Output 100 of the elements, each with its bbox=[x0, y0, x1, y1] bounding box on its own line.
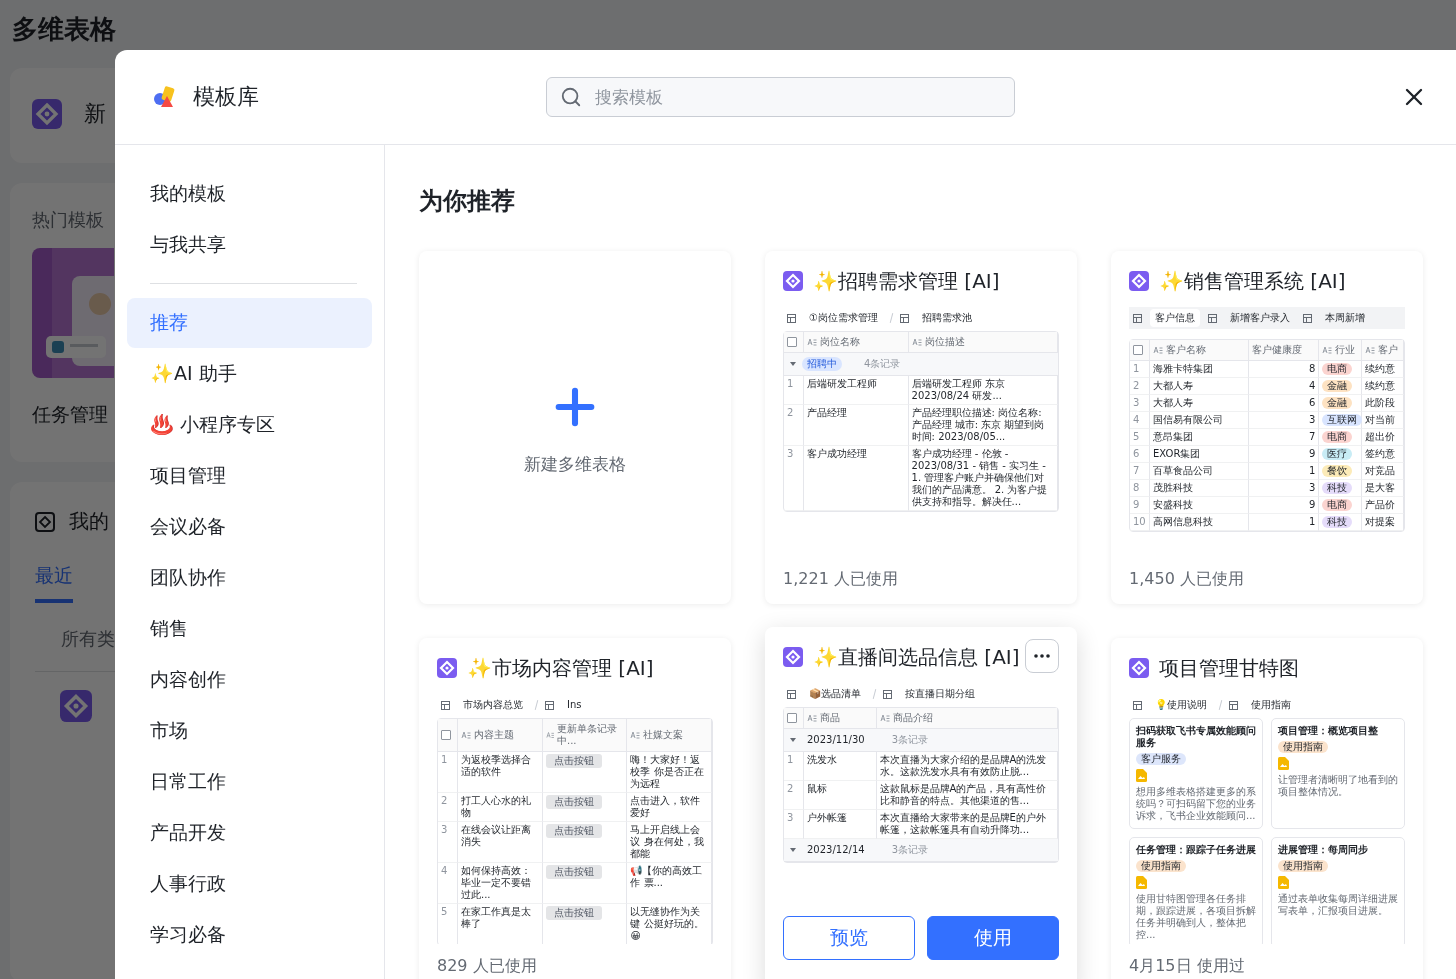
table-cell-text: 本次直播为大家介绍的是品牌A的洗发水。这款洗发水具有有效防止脱... bbox=[879, 754, 1048, 778]
sidebar-item[interactable]: 销售 bbox=[127, 604, 372, 654]
group-label: 招聘中 bbox=[802, 357, 842, 371]
table-cell: 安盛科技 bbox=[1153, 499, 1193, 511]
section-heading: 我的 bbox=[69, 508, 109, 535]
column-header: 商品 bbox=[820, 712, 840, 724]
industry-tag: 科技 bbox=[1322, 482, 1353, 494]
template-name: 任务管理 bbox=[32, 402, 109, 427]
industry-tag: 餐饮 bbox=[1322, 465, 1353, 477]
sidebar-item[interactable]: 推荐 bbox=[127, 298, 372, 348]
table-cell-text: 点击进入，软件爱好 bbox=[630, 795, 702, 819]
sidebar-item[interactable]: 产品开发 bbox=[127, 808, 372, 858]
sidebar-item[interactable]: 团队协作 bbox=[127, 553, 372, 603]
document-icon bbox=[1278, 876, 1289, 889]
view-tab[interactable]: 本周新增 bbox=[1320, 309, 1370, 327]
row-number: 1 bbox=[787, 378, 794, 390]
use-button[interactable]: 使用 bbox=[927, 916, 1059, 960]
view-tab[interactable]: 新增客户录入 bbox=[1225, 309, 1295, 327]
text-field-icon bbox=[879, 714, 890, 722]
table-view-icon bbox=[1208, 313, 1217, 323]
template-card[interactable] bbox=[765, 251, 1077, 604]
record-text: 使用甘特图管理各任务排期，跟踪进展，各项目拆解任务并明确到人，整体把控... bbox=[1136, 893, 1256, 941]
column-header: 社媒文案 bbox=[643, 729, 684, 741]
table-cell: 超出价 bbox=[1364, 431, 1395, 443]
sidebar-item[interactable]: ✨AI 助手 bbox=[127, 349, 372, 399]
table-cell: 9 bbox=[1308, 448, 1316, 460]
checkbox[interactable] bbox=[787, 337, 797, 347]
view-name[interactable]: 📦选品清单 bbox=[804, 685, 866, 703]
new-table-card[interactable]: 新建多维表格 bbox=[419, 251, 731, 604]
sidebar-item[interactable]: ♨ 小程序专区 bbox=[127, 400, 372, 450]
table-cell: 大都人寿 bbox=[1153, 397, 1193, 409]
table-cell: 3 bbox=[1308, 414, 1316, 426]
record-count: 4条记录 bbox=[864, 358, 901, 370]
section-heading: 热门模板 bbox=[32, 208, 105, 232]
sidebar-item[interactable]: 学习必备 bbox=[127, 910, 372, 960]
action-button[interactable]: 点击按钮 bbox=[545, 795, 602, 809]
table-cell: 此阶段 bbox=[1364, 397, 1395, 409]
text-field-icon bbox=[630, 731, 641, 739]
table-cell-text: 以无缝协作为关键 公挺好玩的。😀 bbox=[630, 906, 705, 942]
sidebar-item[interactable]: 我的模板 bbox=[127, 169, 372, 219]
template-card[interactable] bbox=[1111, 638, 1423, 979]
caret-icon bbox=[790, 737, 796, 743]
record-title: 进展管理：每周同步 bbox=[1278, 844, 1368, 856]
app-icon bbox=[783, 271, 803, 291]
new-table-label: 新建多维表格 bbox=[524, 453, 626, 476]
view-name[interactable]: ①岗位需求管理 bbox=[804, 309, 883, 327]
action-button[interactable]: 点击按钮 bbox=[545, 865, 602, 879]
preview-button[interactable]: 预览 bbox=[783, 916, 915, 960]
sidebar-item[interactable]: 项目管理 bbox=[127, 451, 372, 501]
action-button[interactable]: 点击按钮 bbox=[545, 824, 602, 838]
template-card[interactable] bbox=[1111, 251, 1423, 604]
table-view-icon bbox=[441, 700, 450, 710]
table-cell-text: 📢【你的高效工作 票... bbox=[630, 865, 704, 889]
record-title: 项目管理：概览项目整 bbox=[1278, 725, 1378, 737]
record-text: 让管理者清晰明了地看到的项目整体情况。 bbox=[1278, 774, 1398, 798]
view-name[interactable]: Ins bbox=[562, 696, 587, 714]
view-tab[interactable]: 客户信息 bbox=[1150, 309, 1200, 327]
view-name[interactable]: 使用指南 bbox=[1246, 696, 1296, 714]
sidebar-item[interactable]: 内容创作 bbox=[127, 655, 372, 705]
row-number: 6 bbox=[1133, 448, 1140, 460]
sidebar-item[interactable]: 市场 bbox=[127, 706, 372, 756]
usage-count: 829 人已使用 bbox=[437, 956, 538, 977]
template-card[interactable] bbox=[419, 638, 731, 979]
table-cell: 国信易有限公司 bbox=[1153, 414, 1223, 426]
template-title: 项目管理甘特图 bbox=[1159, 654, 1299, 682]
view-name[interactable]: 市场内容总览 bbox=[458, 696, 528, 714]
sidebar-item[interactable]: 会议必备 bbox=[127, 502, 372, 552]
table-cell: 9 bbox=[1308, 499, 1316, 511]
industry-tag: 电商 bbox=[1322, 499, 1353, 511]
column-header: 客户健康度 bbox=[1251, 344, 1302, 356]
document-icon bbox=[1136, 876, 1147, 889]
column-header: 岗位描述 bbox=[924, 336, 965, 348]
table-cell-text: 这款鼠标是品牌A的产品，具有高性价比和静音的特点。其他渠道的售... bbox=[879, 783, 1048, 807]
new-label: 新 bbox=[84, 100, 106, 128]
search-field[interactable]: 搜索模板 bbox=[546, 77, 1015, 117]
table-cell-text: 产品经理职位描述: 岗位名称: 产品经理 城市: 东京 期望到岗时间: 2023/08/05... bbox=[911, 407, 1046, 443]
template-card[interactable]: ✨直播间选品信息 [AI] 📦选品清单 按直播日期分组 商品 商品介绍 2023/11/30 3条记录 1 洗发水 本次直播为大家介绍的是品牌A的洗发水。这款洗发水具有有效防止脱... 2 鼠标 这款鼠标是品牌A的产品，具有高性价比和静音的特点。其他渠道的售... 3 户外帐篷 本次直播给大家带来的是品牌E的户外帐篷，这款帐篷具有自动升降功... 2023/12/14 3条记录 预览 使用 bbox=[765, 627, 1077, 979]
table-cell-text: 马上开启线上会议 身在何处，我都能 bbox=[630, 824, 705, 860]
table-cell-text: 如何保持高效：毕业一定不要错过此... bbox=[461, 865, 532, 901]
view-name[interactable]: 💡使用说明 bbox=[1150, 696, 1212, 714]
table-cell: 3 bbox=[1308, 482, 1316, 494]
table-view-icon bbox=[1133, 313, 1142, 323]
checkbox[interactable] bbox=[1133, 345, 1143, 355]
app-icon bbox=[32, 99, 62, 129]
checkbox[interactable] bbox=[787, 713, 797, 723]
template-title: ✨销售管理系统 [AI] bbox=[1159, 267, 1346, 295]
sidebar-item[interactable]: 人事行政 bbox=[127, 859, 372, 909]
action-button[interactable]: 点击按钮 bbox=[545, 906, 602, 920]
row-number: 2 bbox=[787, 783, 794, 795]
sidebar-item[interactable]: 与我共享 bbox=[127, 220, 372, 270]
view-name[interactable]: 招聘需求池 bbox=[916, 309, 977, 327]
more-button[interactable] bbox=[1025, 639, 1059, 673]
view-name[interactable]: 按直播日期分组 bbox=[900, 685, 980, 703]
app-icon bbox=[1129, 271, 1149, 291]
row-number: 1 bbox=[441, 754, 448, 766]
record-text: 通过表单收集每周详细进展写表单，汇报项目进展。 bbox=[1278, 893, 1398, 917]
action-button[interactable]: 点击按钮 bbox=[545, 754, 602, 768]
table-cell: 4 bbox=[1308, 380, 1316, 392]
checkbox[interactable] bbox=[441, 730, 451, 740]
sidebar-item[interactable]: 日常工作 bbox=[127, 757, 372, 807]
